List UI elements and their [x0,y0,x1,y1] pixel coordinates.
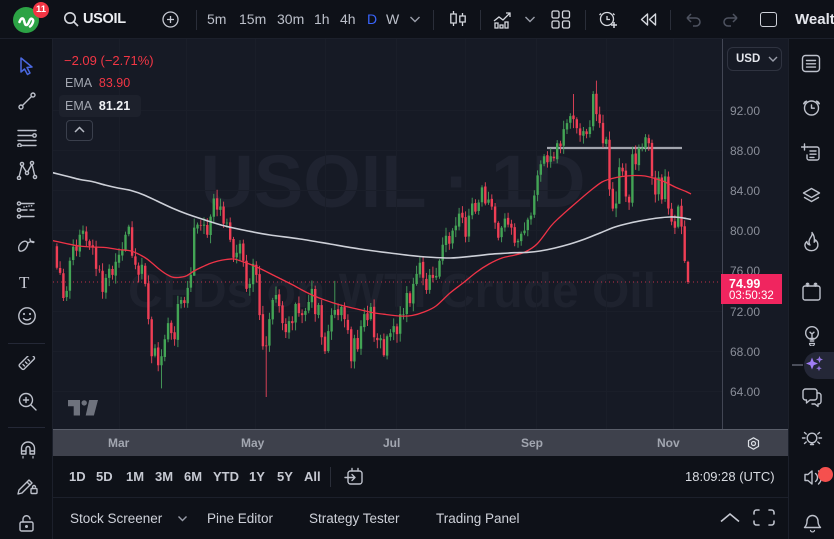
svg-text:USOIL · 1D: USOIL · 1D [200,140,585,223]
svg-text:CFDs on WTI Crude Oil: CFDs on WTI Crude Oil [128,265,656,318]
